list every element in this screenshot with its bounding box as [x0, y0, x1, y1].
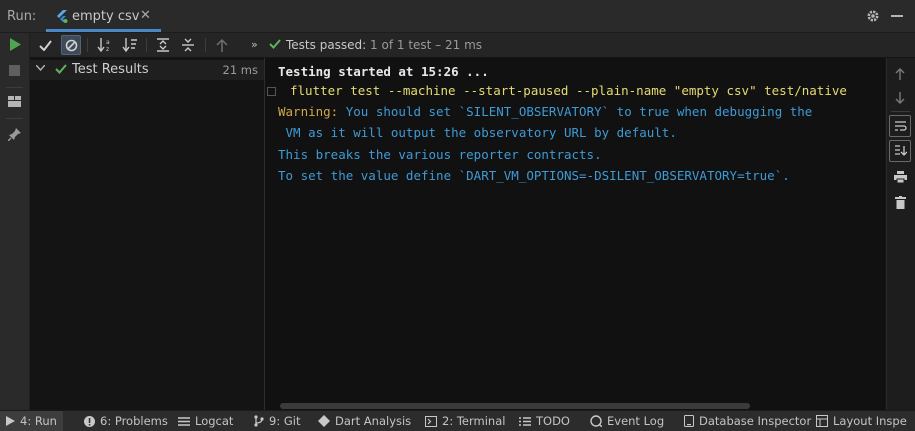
dart-icon	[318, 415, 330, 427]
run-label: Run:	[7, 9, 37, 24]
console-output[interactable]: Testing started at 15:26 ... flutter tes…	[265, 58, 885, 410]
more-chevron-icon[interactable]: »	[251, 38, 258, 51]
bottom-tab-git[interactable]: 9: Git	[253, 414, 300, 428]
run-actions-strip	[0, 33, 30, 410]
pin-icon[interactable]	[8, 127, 22, 141]
show-passed-check-icon[interactable]	[36, 36, 54, 54]
print-icon[interactable]	[890, 167, 910, 187]
gear-icon[interactable]	[866, 9, 880, 23]
previous-failed-arrow-up-icon[interactable]	[213, 36, 231, 54]
tree-root-duration: 21 ms	[222, 63, 258, 77]
list-icon	[519, 416, 531, 426]
tool-window-bar: 4: Run 6: Problems Logcat 9: Git Dart An…	[0, 410, 915, 431]
chevron-down-icon[interactable]	[36, 65, 45, 71]
bottom-tab-event-log[interactable]: Event Log	[590, 414, 664, 428]
bottom-tab-label: Logcat	[195, 414, 234, 428]
play-icon	[6, 416, 15, 426]
console-warning-line: Warning: You should set `SILENT_OBSERVAT…	[278, 104, 812, 119]
separator	[6, 118, 23, 119]
separator	[205, 38, 206, 52]
expand-all-icon[interactable]	[154, 36, 172, 54]
warning-text: You should set `SILENT_OBSERVATORY` to t…	[338, 104, 813, 119]
warning-icon	[84, 415, 95, 427]
status-prefix: Tests passed:	[286, 38, 367, 52]
active-tab-indicator	[46, 29, 161, 32]
scroll-down-arrow-icon[interactable]	[890, 88, 910, 108]
layout-icon[interactable]	[8, 96, 21, 107]
console-line: VM as it will output the observatory URL…	[278, 125, 677, 140]
console-line: Testing started at 15:26 ...	[278, 64, 489, 79]
svg-text:a: a	[106, 39, 110, 46]
bottom-tab-label: TODO	[536, 414, 570, 428]
sort-by-duration-icon[interactable]	[121, 36, 139, 54]
tree-root-label: Test Results	[72, 62, 149, 77]
console-command-line: flutter test --machine --start-paused --…	[290, 83, 847, 98]
bottom-tab-label: Dart Analysis	[335, 414, 412, 428]
close-icon[interactable]: ✕	[140, 8, 151, 23]
bottom-tab-label: Event Log	[607, 414, 665, 428]
test-results-tree	[30, 58, 265, 410]
bottom-tab-label: Layout Inspe	[833, 414, 907, 428]
separator	[6, 87, 23, 88]
test-status-summary: Tests passed: 1 of 1 test – 21 ms	[286, 38, 482, 52]
tree-root-row[interactable]: Test Results 21 ms	[30, 60, 264, 80]
terminal-icon	[425, 415, 437, 427]
sort-alphabetically-icon[interactable]: az	[96, 36, 114, 54]
scroll-up-arrow-icon[interactable]	[890, 64, 910, 84]
show-ignored-icon[interactable]	[61, 35, 81, 55]
bottom-tab-label: 9: Git	[269, 414, 301, 428]
event-log-icon	[590, 415, 602, 427]
bottom-tab-problems[interactable]: 6: Problems	[84, 414, 168, 428]
console-line: This breaks the various reporter contrac…	[278, 147, 602, 162]
bottom-tab-terminal[interactable]: 2: Terminal	[425, 414, 505, 428]
scroll-to-end-icon[interactable]	[889, 140, 911, 162]
fold-icon[interactable]	[267, 87, 276, 96]
soft-wrap-icon[interactable]	[889, 115, 911, 137]
svg-text:z: z	[106, 46, 109, 52]
minimize-icon[interactable]	[891, 15, 903, 18]
warning-prefix: Warning:	[278, 104, 339, 119]
trash-icon[interactable]	[890, 192, 910, 212]
horizontal-scrollbar[interactable]	[280, 403, 750, 409]
separator	[87, 38, 88, 52]
tab-label: empty csv	[72, 9, 140, 24]
database-icon	[684, 415, 694, 427]
bottom-tab-label: 2: Terminal	[442, 414, 506, 428]
separator	[891, 111, 910, 112]
tests-passed-check-icon	[269, 39, 281, 49]
flutter-test-icon	[56, 10, 68, 23]
bottom-tab-run[interactable]: 4: Run	[0, 411, 63, 431]
stop-icon[interactable]	[9, 65, 20, 76]
git-icon	[254, 415, 264, 427]
bottom-tab-label: 6: Problems	[100, 414, 168, 428]
bottom-tab-label: 4: Run	[20, 414, 57, 428]
bottom-tab-todo[interactable]: TODO	[519, 414, 570, 428]
status-detail: 1 of 1 test – 21 ms	[370, 38, 483, 52]
separator	[146, 38, 147, 52]
bottom-tab-dart-analysis[interactable]: Dart Analysis	[318, 414, 411, 428]
bottom-tab-label: Database Inspector	[699, 414, 812, 428]
bottom-tab-database-inspector[interactable]: Database Inspector	[684, 414, 811, 428]
bottom-tab-layout-inspector[interactable]: Layout Inspe	[816, 414, 907, 428]
collapse-all-icon[interactable]	[179, 36, 197, 54]
passed-check-icon	[55, 64, 67, 74]
bottom-tab-logcat[interactable]: Logcat	[178, 414, 233, 428]
rerun-play-icon[interactable]	[9, 38, 21, 51]
layout-icon	[816, 415, 828, 427]
console-line: To set the value define `DART_VM_OPTIONS…	[278, 168, 790, 183]
logcat-icon	[178, 416, 190, 426]
